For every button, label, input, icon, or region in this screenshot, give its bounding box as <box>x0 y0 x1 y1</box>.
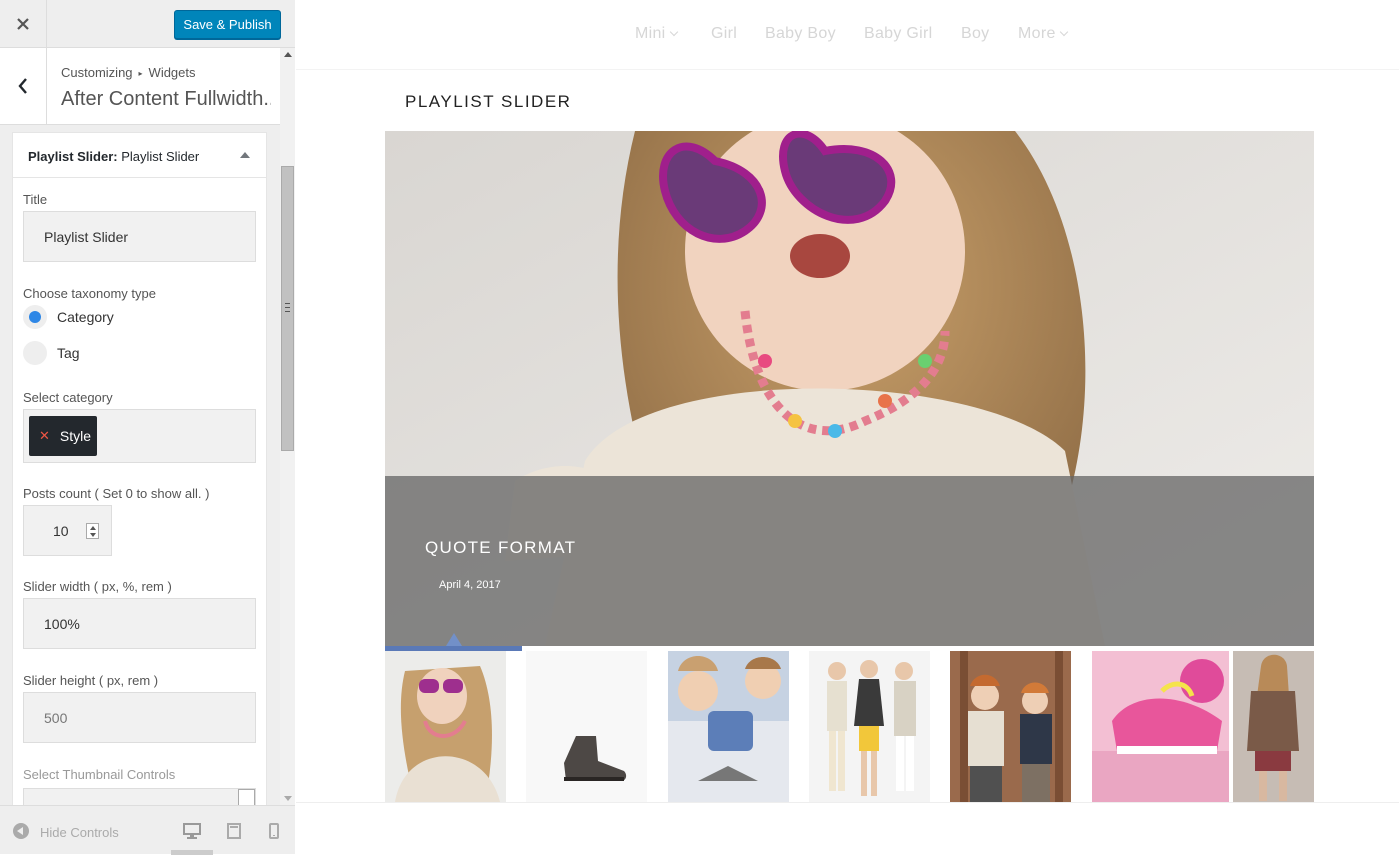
slider-width-input[interactable]: 100% <box>23 598 256 649</box>
boot-thumb <box>526 651 647 802</box>
slider-height-input[interactable]: 500 <box>23 692 256 743</box>
panel-scrollbar[interactable] <box>280 48 295 805</box>
chevron-down-icon <box>669 27 678 37</box>
count-label: Posts count ( Set 0 to show all. ) <box>23 486 210 501</box>
site-navigation: Mini Girl Baby Boy Baby Girl Boy More <box>296 0 1399 70</box>
posts-count-value: 10 <box>53 523 69 539</box>
thumbnail-3[interactable] <box>668 651 789 802</box>
nav-item-girl[interactable]: Girl <box>711 25 737 43</box>
category-label: Select category <box>23 390 113 405</box>
active-thumb-pointer-icon <box>446 633 462 646</box>
tablet-icon[interactable] <box>227 823 241 839</box>
category-chip: ✕ Style <box>29 416 97 456</box>
boys-pillows-thumb <box>668 651 789 802</box>
posts-count-input[interactable]: 10 <box>23 505 112 556</box>
slide-caption: QUOTE FORMAT April 4, 2017 <box>385 476 1314 646</box>
hide-controls-button[interactable]: Hide Controls <box>40 825 119 840</box>
breadcrumb: Customizing ▸ Widgets <box>61 65 196 80</box>
girl-sunglasses-thumb <box>385 651 506 802</box>
close-button[interactable] <box>0 0 47 47</box>
widget-heading: PLAYLIST SLIDER <box>405 92 572 111</box>
height-label: Slider height ( px, rem ) <box>23 673 159 688</box>
preview-divider <box>296 802 1399 803</box>
hero-slide[interactable]: QUOTE FORMAT April 4, 2017 <box>385 131 1314 646</box>
section-header: Customizing ▸ Widgets After Content Fullwi… <box>0 48 280 125</box>
collapse-arrow-icon[interactable] <box>240 152 250 158</box>
active-device-indicator <box>171 850 213 855</box>
widget-name: Playlist Slider <box>121 149 200 164</box>
scroll-up-icon[interactable] <box>284 52 292 57</box>
save-publish-button[interactable]: Save & Publish <box>174 10 281 39</box>
hide-controls-icon[interactable] <box>13 823 29 839</box>
nav-item-baby-boy[interactable]: Baby Boy <box>765 25 836 43</box>
desktop-icon[interactable] <box>183 823 201 839</box>
breadcrumb-separator-icon: ▸ <box>138 69 143 78</box>
radio-category-label: Category <box>57 309 114 325</box>
radio-unchecked-icon[interactable] <box>23 341 47 365</box>
post-date: April 4, 2017 <box>439 579 501 591</box>
select-arrow-icon[interactable] <box>238 789 255 805</box>
mobile-icon[interactable] <box>269 823 279 839</box>
nav-item-baby-girl[interactable]: Baby Girl <box>864 25 933 43</box>
title-input[interactable]: Playlist Slider <box>23 211 256 262</box>
back-button[interactable] <box>0 48 47 124</box>
breadcrumb-root: Customizing <box>61 65 133 80</box>
customizer-scroll-area[interactable]: Customizing ▸ Widgets After Content Fullwi… <box>0 48 280 805</box>
boys-forest-thumb <box>950 651 1071 802</box>
thumbnail-2[interactable] <box>526 651 647 802</box>
thumbnail-4[interactable] <box>809 651 930 802</box>
thumbnail-1[interactable] <box>385 651 506 802</box>
category-select[interactable]: ✕ Style <box>23 409 256 463</box>
site-preview: Mini Girl Baby Boy Baby Girl Boy More PL… <box>296 0 1399 854</box>
breadcrumb-child: Widgets <box>148 65 196 80</box>
scroll-down-icon[interactable] <box>284 796 292 801</box>
widget-form: Playlist Slider: Playlist Slider Title P… <box>12 132 267 805</box>
stepper-up-icon[interactable] <box>90 526 96 530</box>
title-label: Title <box>23 192 48 207</box>
width-label: Slider width ( px, %, rem ) <box>23 579 172 594</box>
widget-name-prefix: Playlist Slider: <box>28 149 118 164</box>
thumb-controls-label: Select Thumbnail Controls <box>23 767 176 782</box>
remove-icon[interactable]: ✕ <box>39 428 50 444</box>
thumb-controls-select[interactable] <box>23 788 256 805</box>
post-title[interactable]: QUOTE FORMAT <box>425 538 576 558</box>
widget-title: Playlist Slider: Playlist Slider <box>28 149 199 164</box>
nav-label-mini: Mini <box>635 25 666 42</box>
radio-category[interactable]: Category <box>23 305 114 329</box>
close-icon <box>17 17 29 30</box>
customizer-footer: Hide Controls <box>0 805 295 855</box>
scrollbar-thumb[interactable] <box>281 166 294 451</box>
thumbnail-5[interactable] <box>950 651 1071 802</box>
girl-jacket-thumb <box>1233 651 1314 802</box>
nav-item-mini[interactable]: Mini <box>635 25 678 43</box>
nav-label-more: More <box>1018 25 1056 42</box>
nav-item-boy[interactable]: Boy <box>961 25 989 43</box>
taxonomy-label: Choose taxonomy type <box>23 286 156 301</box>
customizer-header: Save & Publish <box>0 0 295 48</box>
radio-checked-icon[interactable] <box>23 305 47 329</box>
nav-item-more[interactable]: More <box>1018 25 1068 43</box>
customizer-panel: Save & Publish Customizing ▸ Widgets After… <box>0 0 295 855</box>
section-title: After Content Fullwidth... <box>61 88 271 110</box>
grip-icon <box>285 303 290 312</box>
pink-sneakers-thumb <box>1092 651 1229 802</box>
category-chip-label: Style <box>59 428 92 444</box>
number-stepper[interactable] <box>86 523 99 539</box>
radio-tag[interactable]: Tag <box>23 341 80 365</box>
chevron-down-icon <box>1059 27 1068 37</box>
radio-tag-label: Tag <box>57 345 80 361</box>
stepper-down-icon[interactable] <box>90 533 96 537</box>
thumbnail-6[interactable] <box>1092 651 1229 802</box>
girls-group-thumb <box>809 651 930 802</box>
thumbnail-7[interactable] <box>1233 651 1314 802</box>
chevron-left-icon <box>18 78 27 94</box>
widget-header[interactable]: Playlist Slider: Playlist Slider <box>13 133 266 178</box>
